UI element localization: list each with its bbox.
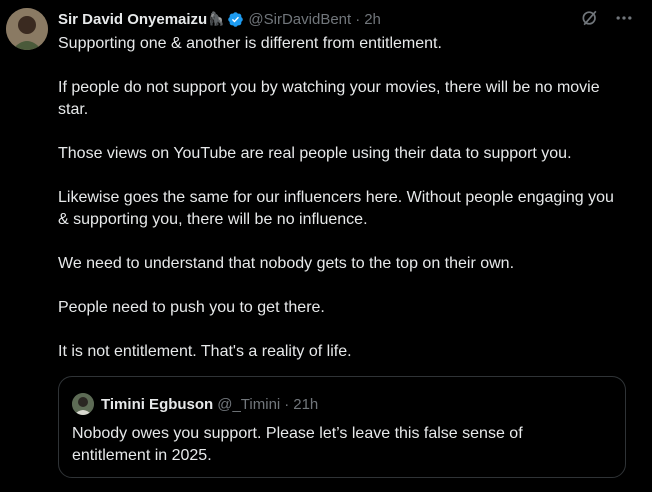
verified-badge-icon[interactable] xyxy=(227,11,244,28)
tweet-paragraph: If people do not support you by watching… xyxy=(58,79,600,118)
quoted-author-name[interactable]: Timini Egbuson xyxy=(101,396,213,413)
grok-icon[interactable] xyxy=(580,8,600,28)
more-options-icon[interactable] xyxy=(614,8,634,28)
quoted-tweet-text: Nobody owes you support. Please let’s le… xyxy=(72,425,523,464)
separator-dot: · xyxy=(355,10,361,28)
author-avatar[interactable] xyxy=(6,8,48,50)
quoted-tweet[interactable]: Timini Egbuson @_Timini · 21h Nobody owe… xyxy=(58,376,626,478)
tweet-time[interactable]: 2h xyxy=(364,11,381,28)
tweet-paragraph: We need to understand that nobody gets t… xyxy=(58,255,515,272)
tweet: Sir David Onyemaizu 🦍 @SirDavidBent · 2h xyxy=(0,0,652,492)
tweet-actions xyxy=(580,8,634,28)
tweet-paragraph: It is not entitlement. That's a reality … xyxy=(58,343,352,360)
quoted-tweet-header: Timini Egbuson @_Timini · 21h xyxy=(72,393,318,415)
gorilla-emoji: 🦍 xyxy=(208,11,225,26)
author-name[interactable]: Sir David Onyemaizu xyxy=(58,11,207,28)
tweet-paragraph: Likewise goes the same for our influence… xyxy=(58,189,614,228)
tweet-paragraph: Supporting one & another is different fr… xyxy=(58,35,442,52)
tweet-text: Supporting one & another is different fr… xyxy=(58,33,628,385)
tweet-paragraph: Those views on YouTube are real people u… xyxy=(58,145,572,162)
author-handle[interactable]: @SirDavidBent xyxy=(248,11,351,28)
quoted-author-handle[interactable]: @_Timini xyxy=(217,396,280,413)
tweet-paragraph: People need to push you to get there. xyxy=(58,299,325,316)
tweet-header: Sir David Onyemaizu 🦍 @SirDavidBent · 2h xyxy=(58,9,632,29)
separator-dot: · xyxy=(284,395,290,413)
quoted-author-avatar[interactable] xyxy=(72,393,94,415)
quoted-tweet-time[interactable]: 21h xyxy=(293,396,318,413)
